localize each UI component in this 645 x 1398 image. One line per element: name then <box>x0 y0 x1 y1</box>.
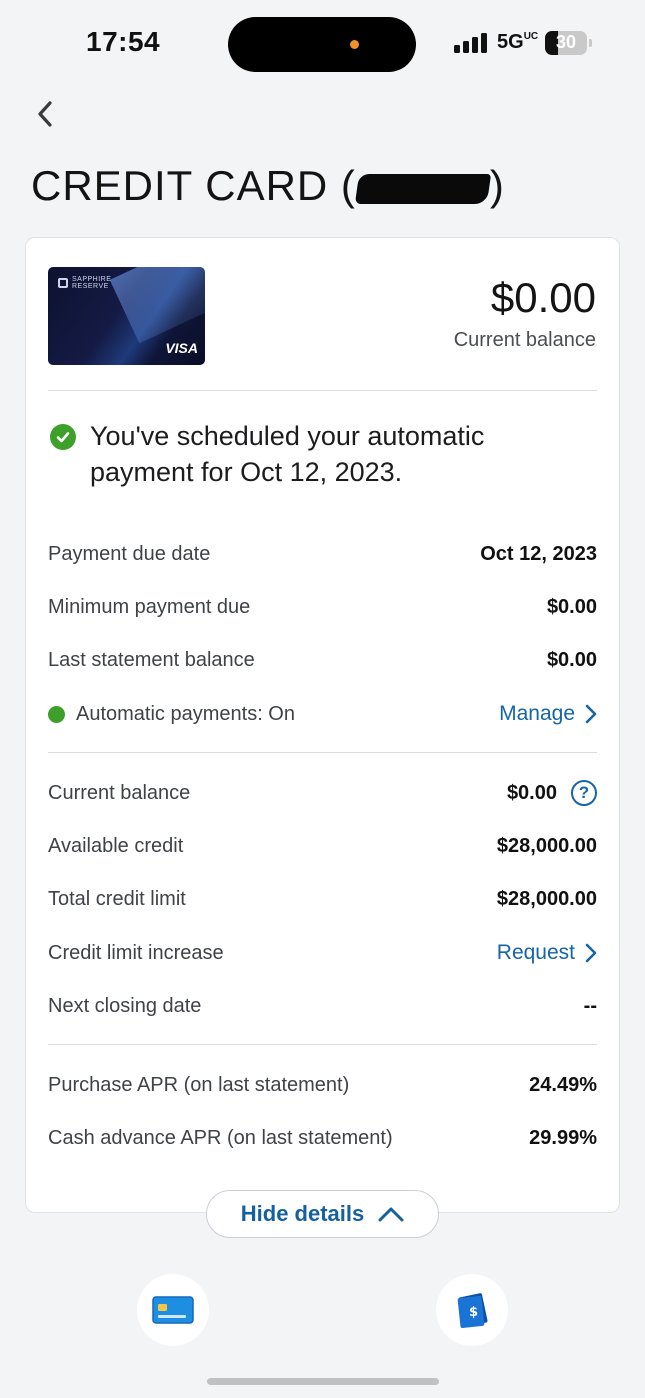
page-title: CREDIT CARD () <box>31 162 505 209</box>
card-brand-logo: SAPPHIRE RESERVE <box>58 276 111 290</box>
current-balance-row: Current balance $0.00 ? <box>48 778 597 808</box>
status-time: 17:54 <box>86 26 161 57</box>
last-statement-balance-row: Last statement balance $0.00 <box>48 648 597 671</box>
payment-due-date-row: Payment due date Oct 12, 2023 <box>48 542 597 565</box>
chevron-right-icon <box>585 943 597 963</box>
autopay-label: Automatic payments: On <box>76 702 295 725</box>
divider <box>48 390 597 391</box>
home-indicator[interactable] <box>207 1378 439 1385</box>
manage-autopay-link[interactable]: Manage <box>499 702 597 726</box>
dynamic-island <box>228 17 416 72</box>
privacy-indicator-dot <box>350 40 359 49</box>
autopay-notice-text: You've scheduled your automatic payment … <box>90 421 485 487</box>
status-on-dot <box>48 705 65 723</box>
card-icon <box>152 1296 194 1324</box>
battery-cap <box>589 39 592 47</box>
status-bar: 17:54 5GUC 30 <box>0 0 645 88</box>
check-circle-icon <box>50 424 76 450</box>
total-credit-limit-row: Total credit limit $28,000.00 <box>48 887 597 910</box>
credit-card-image: SAPPHIRE RESERVE VISA <box>48 267 205 365</box>
current-balance-amount: $0.00 <box>490 274 596 321</box>
back-button[interactable] <box>28 95 62 133</box>
page-title-text: CREDIT CARD ( <box>31 162 356 209</box>
redacted-account-number <box>354 173 492 204</box>
network-type: 5GUC <box>497 31 539 53</box>
hide-details-button[interactable]: Hide details <box>206 1190 439 1238</box>
chase-logo-icon <box>58 278 68 288</box>
chevron-right-icon <box>585 704 597 724</box>
card-action-button[interactable] <box>137 1274 209 1346</box>
bill-pay-icon: $ <box>457 1293 488 1328</box>
minimum-payment-row: Minimum payment due $0.00 <box>48 595 597 618</box>
card-network-logo: VISA <box>165 340 198 356</box>
account-details-card: SAPPHIRE RESERVE VISA $0.00 Current bala… <box>25 237 620 1213</box>
svg-text:$: $ <box>469 1305 478 1320</box>
autopay-notice: You've scheduled your automatic payment … <box>50 418 570 490</box>
available-credit-row: Available credit $28,000.00 <box>48 834 597 857</box>
divider <box>48 752 597 753</box>
divider <box>48 1044 597 1045</box>
signal-strength-icon <box>454 33 488 53</box>
credit-limit-increase-row: Credit limit increase Request <box>48 938 597 968</box>
next-closing-date-row: Next closing date -- <box>48 994 597 1017</box>
battery-level: 30 <box>555 32 577 52</box>
bill-pay-action-button[interactable]: $ <box>436 1274 508 1346</box>
chevron-up-icon <box>378 1207 404 1222</box>
help-icon[interactable]: ? <box>571 780 597 806</box>
autopay-row: Automatic payments: On Manage <box>48 699 597 729</box>
purchase-apr-row: Purchase APR (on last statement) 24.49% <box>48 1073 597 1096</box>
chevron-left-icon <box>38 101 52 127</box>
battery-icon: 30 <box>545 31 587 55</box>
current-balance-label: Current balance <box>453 329 596 351</box>
cash-advance-apr-row: Cash advance APR (on last statement) 29.… <box>48 1126 597 1149</box>
request-increase-link[interactable]: Request <box>497 941 597 965</box>
